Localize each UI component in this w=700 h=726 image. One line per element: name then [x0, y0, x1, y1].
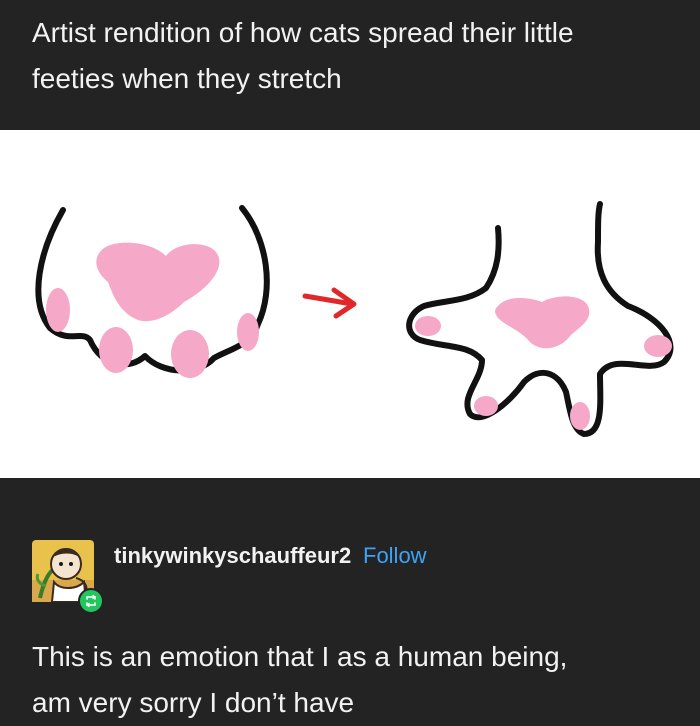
reblog-icon	[86, 594, 96, 608]
post-caption-line-2: feeties when they stretch	[32, 63, 342, 94]
avatar[interactable]	[32, 540, 104, 614]
reblog-header: tinkywinkyschauffeur2 Follow	[32, 536, 672, 614]
follow-button[interactable]: Follow	[363, 541, 427, 571]
reblog-comment-line-2: am very sorry I don’t have	[32, 687, 355, 718]
post-caption: Artist rendition of how cats spread thei…	[32, 10, 682, 102]
reblog-comment: This is an emotion that I as a human bei…	[32, 634, 682, 726]
username[interactable]: tinkywinkyschauffeur2	[114, 541, 351, 571]
spread-cat-paw-icon	[406, 201, 674, 437]
post-caption-line-1: Artist rendition of how cats spread thei…	[32, 17, 574, 48]
closed-cat-paw-icon	[35, 205, 270, 378]
reblog-comment-line-1: This is an emotion that I as a human bei…	[32, 641, 568, 672]
post-image[interactable]	[0, 130, 700, 478]
red-arrow-right-icon	[302, 287, 357, 319]
reblog-badge	[78, 588, 104, 614]
